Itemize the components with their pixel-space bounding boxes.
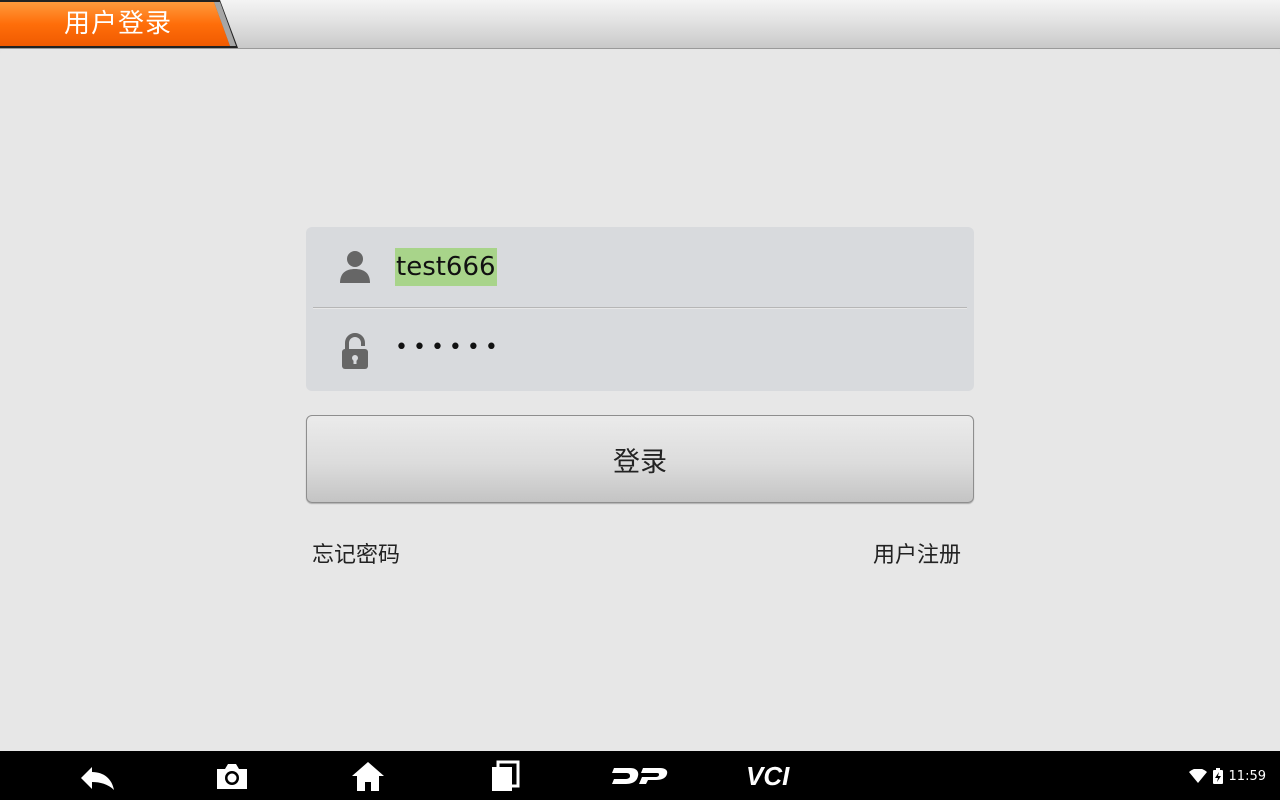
forgot-password-link[interactable]: 忘记密码 <box>312 537 400 569</box>
main-content <box>0 49 1280 751</box>
battery-charging-icon <box>1212 768 1223 784</box>
password-field[interactable]: •••••• <box>306 309 974 391</box>
login-form: test666 •••••• <box>306 227 974 391</box>
status-time: 11:59 <box>1228 768 1266 784</box>
screenshot-button[interactable] <box>214 759 250 793</box>
home-button[interactable] <box>350 759 386 793</box>
svg-text:VCI: VCI <box>746 761 790 791</box>
password-input[interactable]: •••••• <box>395 329 503 367</box>
vci-icon: VCI <box>746 761 790 791</box>
back-button[interactable] <box>78 759 118 793</box>
system-nav-bar: VCI 11:59 <box>0 751 1280 800</box>
title-tab: 用户登录 <box>0 0 240 48</box>
back-icon <box>81 767 114 790</box>
lock-icon <box>342 333 368 369</box>
user-icon <box>340 251 370 283</box>
page-title: 用户登录 <box>64 9 173 39</box>
recent-apps-button[interactable] <box>488 759 522 793</box>
dp-button[interactable] <box>610 759 670 793</box>
recent-apps-icon <box>492 760 520 791</box>
home-icon <box>352 762 384 791</box>
vci-button[interactable]: VCI <box>744 759 808 793</box>
wifi-icon <box>1188 769 1207 783</box>
username-field[interactable]: test666 <box>306 227 974 309</box>
username-input[interactable]: test666 <box>395 248 497 286</box>
title-bar: 用户登录 <box>0 0 1280 49</box>
login-button[interactable]: 登录 <box>306 415 974 503</box>
camera-icon <box>217 764 247 789</box>
register-link[interactable]: 用户注册 <box>873 537 961 569</box>
dp-logo-icon <box>612 768 668 784</box>
status-area: 11:59 <box>1188 767 1266 785</box>
